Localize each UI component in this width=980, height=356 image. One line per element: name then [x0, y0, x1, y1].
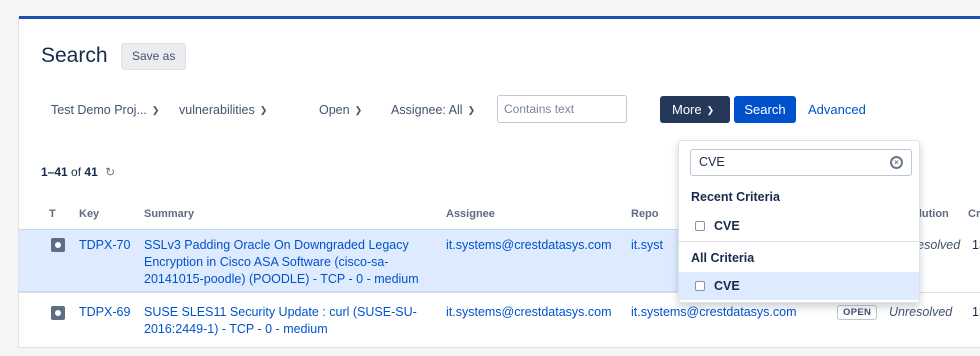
issue-summary-link[interactable]: SUSE SLES11 Security Update : curl (SUSE…	[144, 304, 434, 338]
header-assignee[interactable]: Assignee	[446, 208, 495, 220]
search-panel: Search Save as Test Demo Proj... ❯ vulner…	[18, 16, 980, 348]
more-button[interactable]: More ❯	[660, 96, 730, 123]
assignee-link[interactable]: it.systems@crestdatasys.com	[446, 304, 612, 321]
issue-key-link[interactable]: TDPX-70	[79, 237, 130, 254]
contains-text-input[interactable]: Contains text	[497, 95, 627, 123]
result-range: 1–41	[41, 165, 68, 179]
assignee-link[interactable]: it.systems@crestdatasys.com	[446, 237, 612, 254]
status-filter[interactable]: Open ❯	[319, 102, 362, 119]
criteria-search-value: CVE	[699, 155, 725, 169]
issue-key-link[interactable]: TDPX-69	[79, 304, 130, 321]
result-of: of	[71, 165, 82, 179]
project-filter[interactable]: Test Demo Proj... ❯	[51, 102, 159, 119]
header-type[interactable]: T	[49, 208, 56, 220]
assignee-filter[interactable]: Assignee: All ❯	[391, 102, 475, 119]
header-reporter[interactable]: Repo	[631, 208, 659, 220]
header-created[interactable]: Cr	[968, 208, 980, 220]
more-criteria-dropdown: CVE × Recent Criteria CVE All Criteria C…	[678, 140, 920, 303]
project-filter-label: Test Demo Proj...	[51, 103, 147, 117]
recent-criteria-item[interactable]: CVE	[679, 212, 919, 240]
result-total: 41	[84, 165, 98, 179]
created-value: 13	[972, 305, 980, 319]
criteria-item-label: CVE	[714, 219, 740, 233]
issue-summary-link[interactable]: SSLv3 Padding Oracle On Downgraded Legac…	[144, 237, 434, 288]
result-count: 1–41 of 41 ↻	[41, 165, 115, 179]
save-as-button[interactable]: Save as	[121, 43, 187, 70]
header-summary[interactable]: Summary	[144, 208, 194, 220]
recent-criteria-heading: Recent Criteria	[691, 190, 780, 204]
advanced-link[interactable]: Advanced	[808, 102, 866, 117]
chevron-down-icon: ❯	[259, 105, 268, 115]
search-button[interactable]: Search	[734, 96, 796, 123]
page-title: Search	[41, 44, 108, 67]
assignee-filter-label: Assignee: All	[391, 103, 463, 117]
criteria-checkbox[interactable]	[695, 281, 705, 291]
criteria-item-label: CVE	[714, 279, 740, 293]
type-filter[interactable]: vulnerabilities ❯	[179, 102, 267, 119]
refresh-icon[interactable]: ↻	[105, 165, 115, 179]
status-filter-label: Open	[319, 103, 350, 117]
reporter-link[interactable]: it.systems@crestdatasys.com	[631, 304, 797, 321]
created-value: 13	[972, 238, 980, 252]
more-button-label: More	[672, 102, 702, 117]
vulnerability-type-icon	[51, 306, 65, 320]
all-criteria-item[interactable]: CVE	[679, 272, 919, 300]
dropdown-divider	[679, 241, 919, 242]
chevron-down-icon: ❯	[706, 105, 715, 115]
vulnerability-type-icon	[51, 238, 65, 252]
status-badge: OPEN	[837, 305, 878, 320]
type-filter-label: vulnerabilities	[179, 103, 255, 117]
chevron-down-icon: ❯	[151, 105, 160, 115]
reporter-link[interactable]: it.syst	[631, 237, 663, 254]
clear-icon[interactable]: ×	[890, 156, 903, 169]
criteria-checkbox[interactable]	[695, 221, 705, 231]
criteria-search-input[interactable]: CVE ×	[690, 149, 912, 176]
chevron-down-icon: ❯	[354, 105, 363, 115]
chevron-down-icon: ❯	[467, 105, 476, 115]
header-key[interactable]: Key	[79, 208, 99, 220]
resolution-value: Unresolved	[889, 305, 953, 319]
all-criteria-heading: All Criteria	[691, 251, 755, 265]
